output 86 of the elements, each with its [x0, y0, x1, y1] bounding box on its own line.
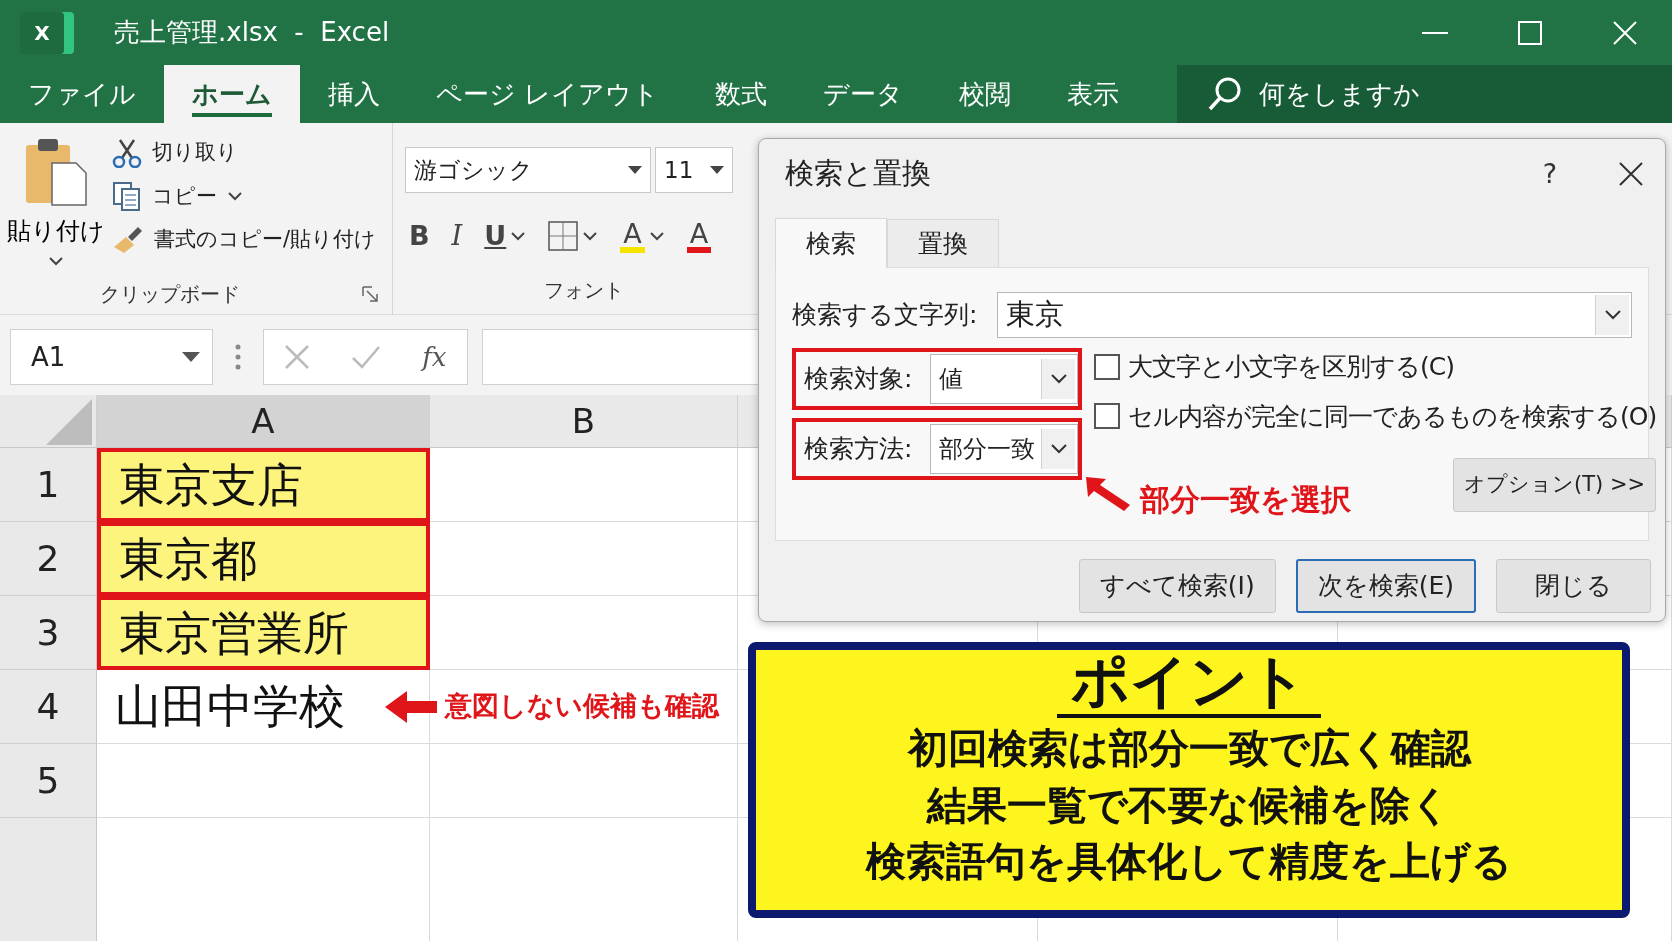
dialog-launcher-icon[interactable] — [362, 286, 378, 302]
caret-icon — [510, 230, 527, 242]
field-label: 検索対象: — [804, 363, 913, 396]
help-button[interactable]: ? — [1536, 152, 1563, 196]
close-icon — [1619, 162, 1643, 186]
checkbox-label: セル内容が完全に同一であるものを検索する(O) — [1128, 400, 1657, 433]
fill-color-button[interactable]: A — [616, 219, 669, 253]
ribbon-tab[interactable]: 表示 — [1039, 65, 1148, 123]
chevron-icon — [1603, 309, 1622, 321]
chevron-icon — [1049, 443, 1068, 455]
window-title: 売上管理.xlsx - Excel — [114, 16, 390, 49]
paste-button[interactable]: 貼り付け — [0, 123, 112, 273]
callout-text: 部分一致を選択 — [1140, 481, 1351, 519]
search-field[interactable]: 東京 — [997, 292, 1632, 338]
arrow-icon — [385, 690, 437, 723]
cut-button[interactable]: 切り取り — [112, 137, 377, 169]
caret-icon — [227, 190, 243, 203]
group-label: クリップボード — [100, 281, 240, 308]
ribbon-tab[interactable]: 数式 — [687, 65, 796, 123]
italic-button[interactable]: I — [447, 215, 467, 257]
checkbox-label: 大文字と小文字を区別する(C) — [1128, 351, 1454, 383]
cancel-icon[interactable] — [284, 344, 311, 370]
caret-icon — [48, 255, 64, 267]
name-box[interactable]: A1 — [10, 329, 213, 385]
row-header[interactable]: 5 — [0, 744, 97, 818]
scissors-icon — [112, 137, 142, 168]
dropdown-icon — [628, 166, 642, 174]
dialog-tab[interactable]: 検索 — [775, 218, 887, 268]
insert-function-button[interactable]: fx — [422, 337, 447, 377]
row-header[interactable]: 1 — [0, 448, 97, 522]
paintbrush-icon — [112, 224, 144, 255]
ribbon-tab[interactable]: データ — [795, 65, 932, 123]
highlighted-cell: 東京支店 — [97, 448, 430, 522]
point-text: 結果一覧で不要な候補を除く — [927, 780, 1451, 830]
dialog-button[interactable]: すべて検索(I) — [1078, 559, 1276, 613]
ribbon-tab[interactable]: ファイル — [0, 65, 164, 123]
ribbon-tab[interactable]: 校閲 — [931, 65, 1040, 123]
dropdown-field[interactable]: 部分一致 — [930, 424, 1078, 474]
column-header[interactable]: B — [430, 395, 738, 448]
font-name-field[interactable]: 游ゴシック — [405, 147, 651, 193]
check-icon[interactable] — [351, 345, 382, 369]
font-color-button[interactable]: A — [682, 219, 716, 253]
chevron-icon — [1049, 373, 1068, 385]
point-text: 検索語句を具体化して精度を上げる — [866, 837, 1512, 887]
row-header[interactable]: 2 — [0, 522, 97, 596]
copy-button[interactable]: コピー — [112, 180, 377, 212]
checkbox[interactable] — [1094, 403, 1120, 430]
dialog-tab[interactable]: 置換 — [887, 219, 999, 267]
close-button[interactable] — [1619, 162, 1643, 186]
dialog-title: 検索と置換 — [785, 155, 931, 193]
ribbon-tab[interactable]: ページ レイアウト — [408, 65, 688, 123]
field-label: 検索する文字列: — [792, 299, 978, 332]
arrow-icon — [1086, 476, 1130, 511]
maximize-icon — [1517, 20, 1542, 45]
caret-icon — [648, 230, 665, 242]
row-header[interactable]: 3 — [0, 596, 97, 670]
options-button[interactable]: オプション(T) >> — [1453, 457, 1657, 512]
search-placeholder: 何をしますか — [1259, 77, 1421, 111]
highlighted-cell: 東京都 — [97, 522, 430, 596]
copy-icon — [112, 181, 142, 212]
row-header[interactable]: 4 — [0, 670, 97, 744]
borders-icon — [548, 221, 579, 251]
font-size-field[interactable]: 11 — [655, 147, 733, 193]
point-text: 初回検索は部分一致で広く確認 — [907, 723, 1471, 773]
format-painter-button[interactable]: 書式のコピー/貼り付け — [112, 224, 377, 256]
close-icon — [1612, 20, 1637, 45]
column-header[interactable]: A — [97, 395, 430, 448]
tell-me-search[interactable]: 何をしますか — [1177, 65, 1672, 123]
highlighted-cell: 東京営業所 — [97, 596, 430, 670]
dropdown-icon — [182, 352, 200, 362]
bold-button[interactable]: B — [405, 215, 434, 257]
dialog-button[interactable]: 閉じる — [1496, 559, 1651, 613]
checkbox[interactable] — [1094, 353, 1120, 380]
dropdown-field[interactable]: 値 — [930, 354, 1078, 404]
ribbon-tab[interactable]: ホーム — [164, 65, 300, 123]
group-label: フォント — [544, 277, 624, 304]
underline-button[interactable]: U — [480, 215, 531, 257]
clipboard-icon — [24, 137, 88, 207]
caret-icon — [582, 230, 599, 242]
dialog-button[interactable]: 次を検索(E) — [1295, 559, 1476, 613]
field-label: 検索方法: — [804, 433, 913, 466]
annotation-text: 意図しない候補も確認 — [445, 689, 719, 724]
ribbon-tab[interactable]: 挿入 — [300, 65, 408, 123]
dropdown-icon — [710, 166, 724, 174]
more-icon[interactable] — [235, 344, 241, 370]
point-title: ポイント — [1057, 650, 1321, 718]
